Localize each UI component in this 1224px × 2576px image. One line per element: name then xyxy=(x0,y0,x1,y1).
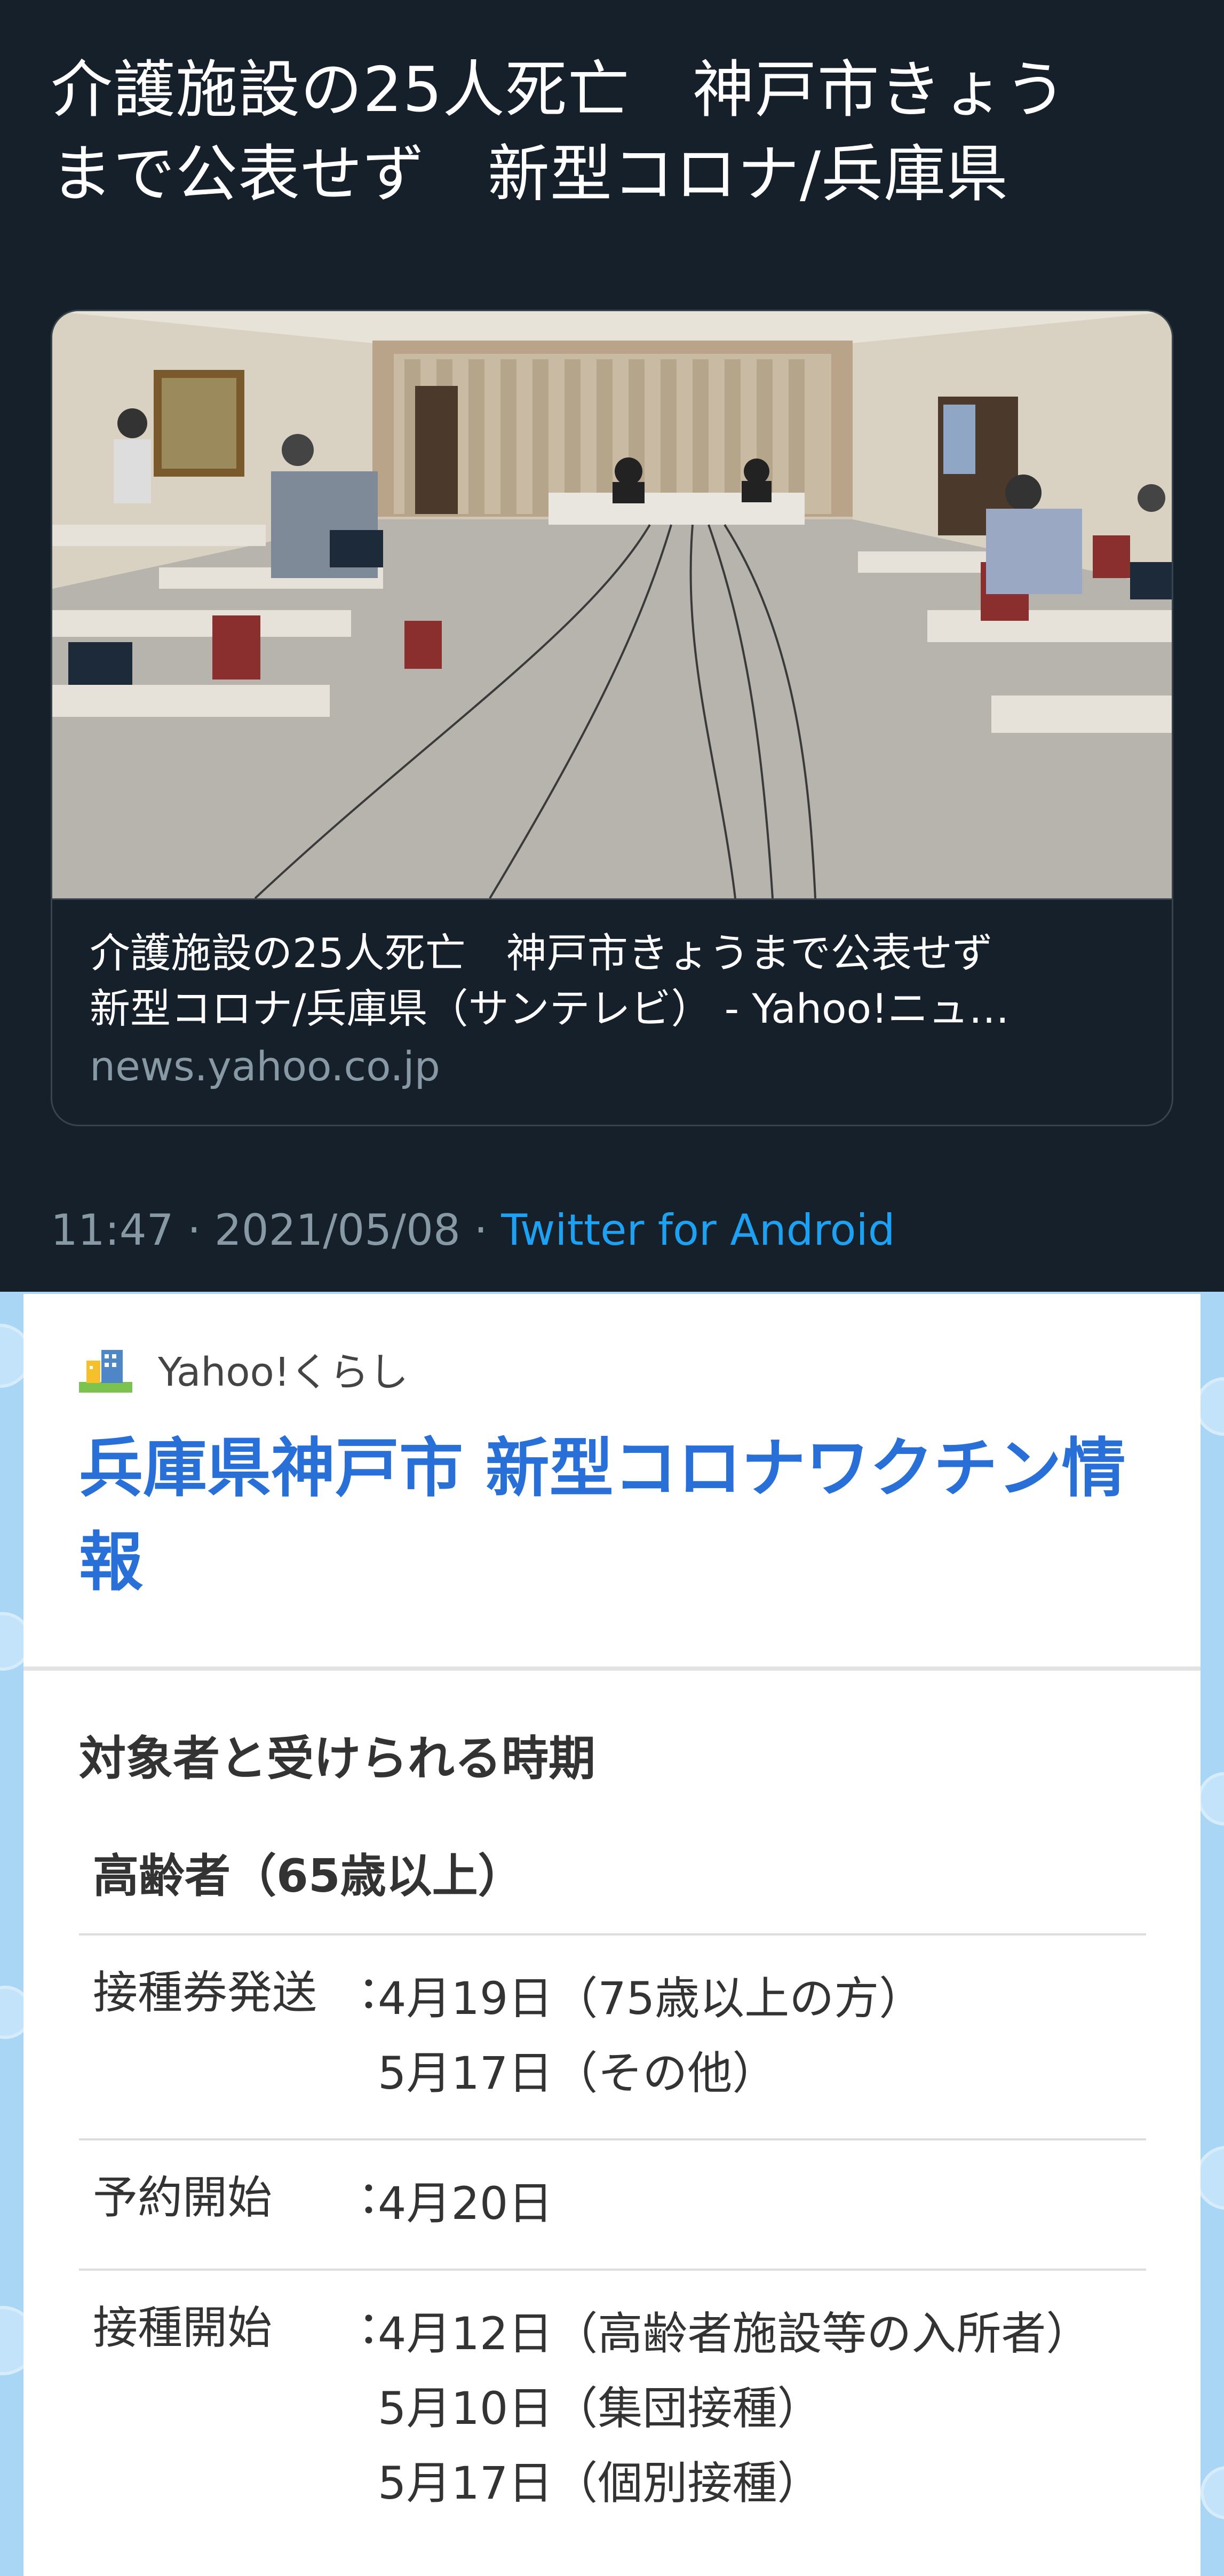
page-title: 兵庫県神戸市 新型コロナワクチン情報 xyxy=(79,1432,1126,1600)
yahoo-kurashi-panel: Yahoo!くらし 兵庫県神戸市 新型コロナワクチン情報 対象者と受けられる時期… xyxy=(23,1294,1201,2576)
schedule-row-vaccination: 接種開始 ： 4月12日（高齢者施設等の入所者） 5月10日（集団接種） 5月1… xyxy=(79,2271,1146,2548)
schedule-value: 4月19日（75歳以上の方） xyxy=(378,1972,924,2025)
schedule-value: 5月17日（個別接種） xyxy=(378,2457,822,2509)
brand-name: Yahoo!くらし xyxy=(158,1349,409,1395)
tweet-timestamp[interactable]: 11:47 · 2021/05/08 · xyxy=(51,1205,501,1255)
schedule-value: 5月10日（集団接種） xyxy=(378,2382,822,2435)
schedule-value: 4月20日 xyxy=(378,2177,553,2230)
schedule-colon: ： xyxy=(357,1966,403,2019)
tweet-client-link[interactable]: Twitter for Android xyxy=(501,1205,895,1255)
schedule-label: 接種開始 xyxy=(93,2302,273,2354)
yahoo-header: Yahoo!くらし 兵庫県神戸市 新型コロナワクチン情報 xyxy=(23,1294,1201,1671)
schedule-colon: ： xyxy=(357,2302,403,2354)
card-meta[interactable]: 介護施設の25人死亡 神戸市きょうまで公表せず 新型コロナ/兵庫県（サンテレビ）… xyxy=(52,898,1172,1125)
schedule-table: 接種券発送 ： 4月19日（75歳以上の方） 5月17日（その他） 予約開始 ：… xyxy=(79,1933,1146,2548)
card-domain: news.yahoo.co.jp xyxy=(90,1042,440,1090)
schedule-label: 接種券発送 xyxy=(93,1966,317,2019)
card-title[interactable]: 介護施設の25人死亡 神戸市きょうまで公表せず 新型コロナ/兵庫県（サンテレビ）… xyxy=(90,926,1138,1037)
schedule-row-voucher: 接種券発送 ： 4月19日（75歳以上の方） 5月17日（その他） xyxy=(79,1935,1146,2140)
section-heading: 対象者と受けられる時期 xyxy=(79,1731,596,1786)
schedule-value: 4月12日（高齢者施設等の入所者） xyxy=(378,2308,1091,2360)
yahoo-kurashi-brand[interactable]: Yahoo!くらし xyxy=(79,1342,408,1395)
house-logo-icon xyxy=(79,1350,132,1393)
schedule-row-reservation: 予約開始 ： 4月20日 xyxy=(79,2140,1146,2271)
press-conference-photo xyxy=(52,311,1172,898)
group-heading-elderly: 高齢者（65歳以上） xyxy=(93,1850,524,1903)
schedule-value: 5月17日（その他） xyxy=(378,2047,777,2099)
tweet-metadata: 11:47 · 2021/05/08 · Twitter for Android xyxy=(51,1204,895,1257)
schedule-label: 予約開始 xyxy=(93,2171,273,2224)
tweet-detail: 介護施設の25人死亡 神戸市きょう まで公表せず 新型コロナ/兵庫県 介護施設の… xyxy=(0,0,1224,1292)
tweet-text: 介護施設の25人死亡 神戸市きょう まで公表せず 新型コロナ/兵庫県 xyxy=(51,54,1067,210)
link-preview-card[interactable]: 介護施設の25人死亡 神戸市きょうまで公表せず 新型コロナ/兵庫県（サンテレビ）… xyxy=(51,310,1173,1126)
card-image-press-conference[interactable] xyxy=(52,311,1172,898)
schedule-colon: ： xyxy=(357,2171,403,2224)
